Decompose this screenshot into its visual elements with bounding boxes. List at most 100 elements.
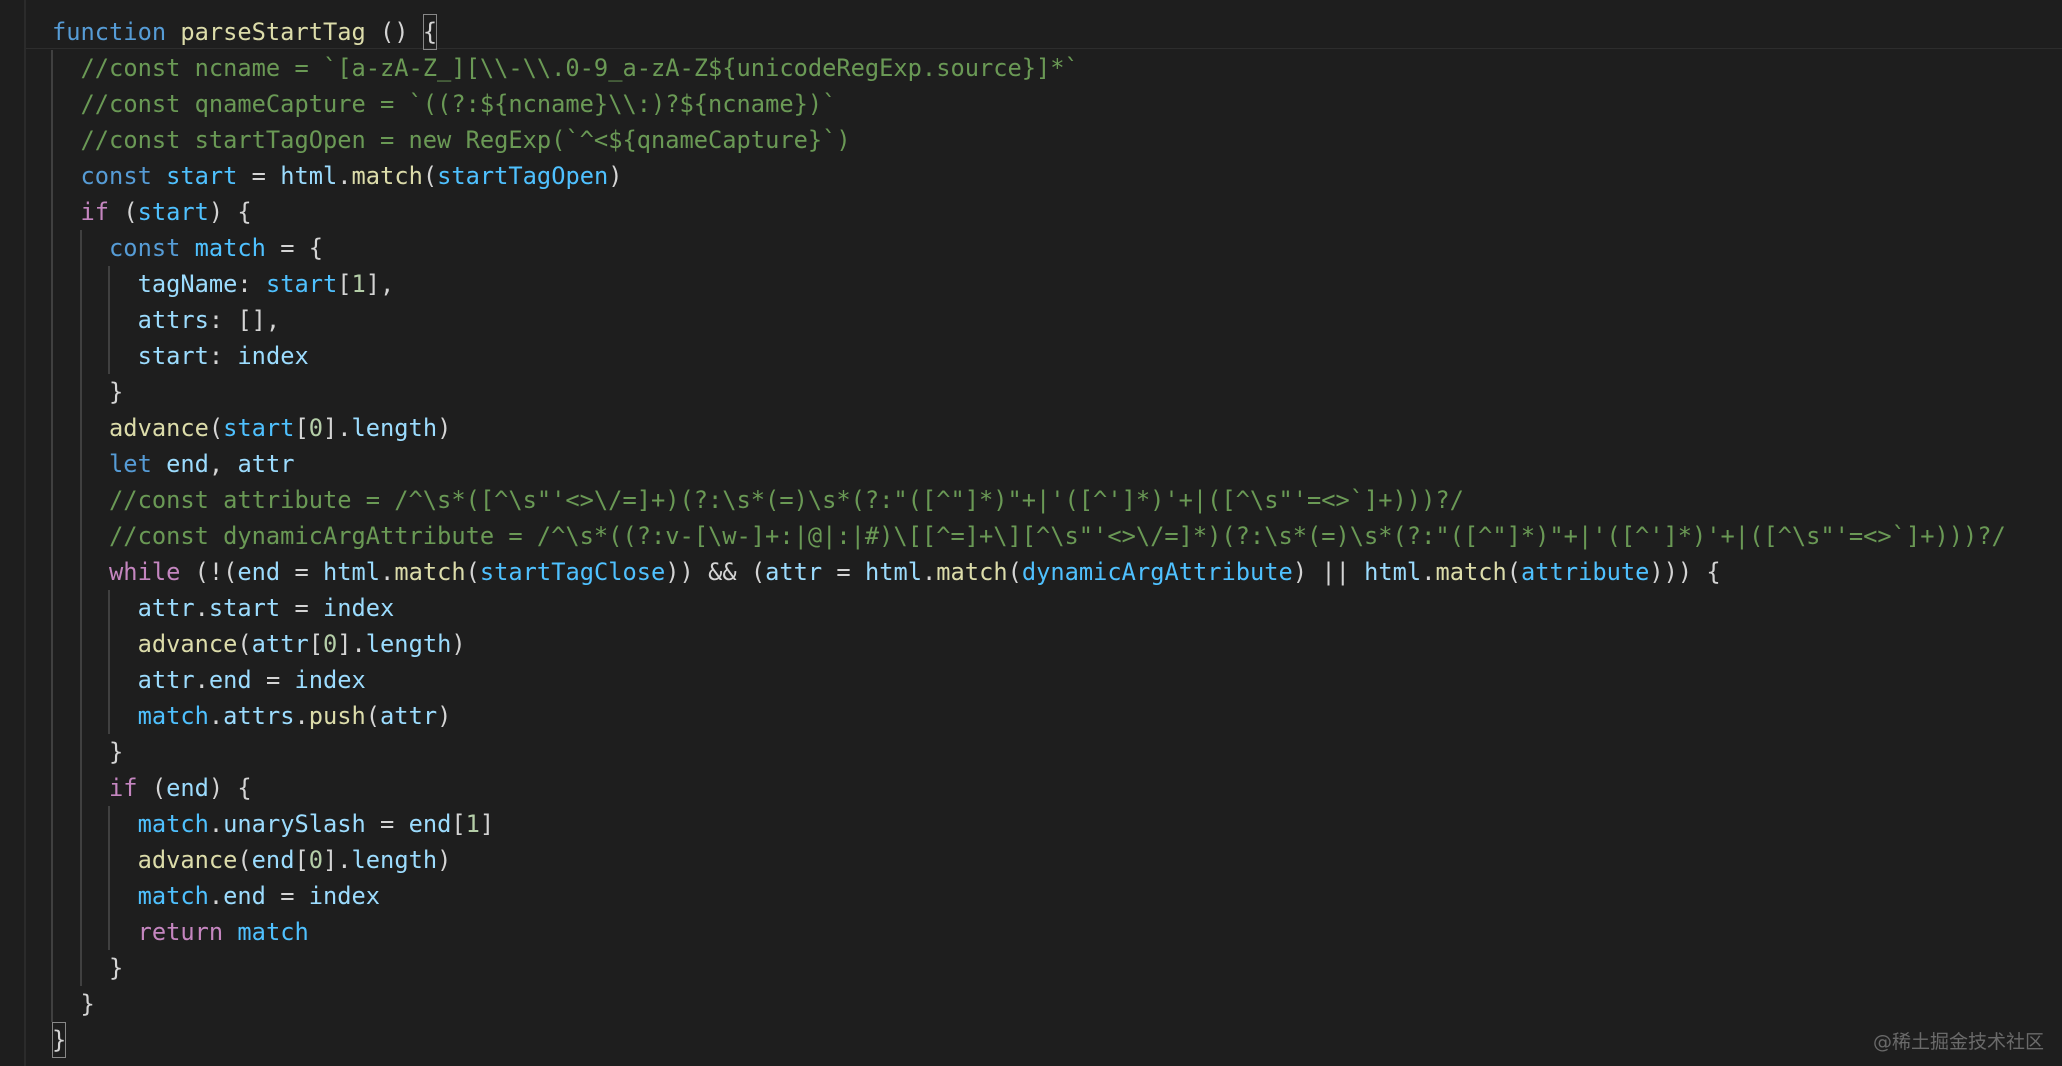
code-token: match [237, 918, 309, 946]
watermark: @稀土掘金技术社区 [1872, 1031, 2044, 1053]
code-token: ] [479, 810, 495, 838]
indent-guide [51, 662, 53, 698]
indent-guide [79, 806, 82, 842]
code-line[interactable]: //const ncname = `[a-zA-Z_][\\-\\.0-9_a-… [51, 50, 2006, 86]
code-line[interactable]: //const qnameCapture = `((?:${ncname}\\:… [51, 86, 2006, 122]
indent-guide [108, 698, 111, 734]
code-line[interactable]: while (!(end = html.match(startTagClose)… [51, 554, 2006, 590]
indent-guide [79, 446, 82, 482]
code-line[interactable]: attr.start = index [51, 590, 2006, 626]
code-line[interactable]: } [51, 950, 2006, 986]
code-line[interactable]: } [51, 734, 2006, 770]
code-token: advance [109, 414, 209, 442]
indent-guide [108, 878, 111, 914]
indent-guide [51, 50, 53, 86]
code-token: end [251, 846, 295, 874]
code-token: ( [237, 630, 252, 658]
code-token: dynamicArgAttribute [1021, 558, 1293, 586]
indent-guide [51, 914, 53, 950]
code-token: ) [437, 702, 452, 730]
indent-guide [108, 590, 111, 626]
code-token: ) [608, 162, 623, 190]
code-editor[interactable]: function parseStartTag () { //const ncna… [0, 0, 2062, 1066]
code-line[interactable]: let end, attr [51, 446, 2006, 482]
code-token: html [323, 558, 381, 586]
code-line[interactable]: advance(attr[0].length) [51, 626, 2006, 662]
indent-guide [51, 266, 53, 302]
code-line[interactable]: const match = { [51, 230, 2006, 266]
code-line[interactable]: } [52, 1022, 2006, 1058]
code-token: 0 [322, 630, 338, 658]
code-line[interactable]: } [51, 374, 2006, 410]
code-token: match [936, 558, 1008, 586]
code-line[interactable]: return match [51, 914, 2006, 950]
indent-guide [79, 554, 82, 590]
code-token: start [223, 414, 295, 442]
code-token: . [208, 810, 224, 838]
code-line[interactable]: match.end = index [51, 878, 2006, 914]
indent-guide [51, 554, 53, 590]
indent-guide [51, 122, 53, 158]
code-token: attr [137, 666, 195, 694]
code-token: ( [1007, 558, 1022, 586]
code-token: . [380, 558, 395, 586]
code-token: () [365, 18, 423, 46]
code-token: = [280, 594, 323, 622]
code-token: advance [137, 846, 238, 874]
code-line[interactable]: const start = html.match(startTagOpen) [51, 158, 2006, 194]
code-token: match [137, 702, 209, 730]
code-token: ( [237, 846, 252, 874]
code-line[interactable]: if (end) { [51, 770, 2006, 806]
indent-guide [79, 338, 82, 374]
code-line[interactable]: function parseStartTag () { [52, 14, 2006, 50]
code-token: match [394, 558, 466, 586]
indent-guide [79, 698, 82, 734]
code-token: attribute [1521, 558, 1650, 586]
code-token: end [408, 810, 452, 838]
indent-guide [79, 734, 82, 770]
code-line[interactable]: advance(start[0].length) [51, 410, 2006, 446]
code-line[interactable]: start: index [51, 338, 2006, 374]
indent-guide [51, 374, 53, 410]
code-token: [ [308, 630, 323, 658]
code-token: ) [451, 630, 466, 658]
code-token: //const qnameCapture = `((?:${ncname}\\:… [80, 90, 837, 118]
code-token: ))) { [1649, 558, 1721, 586]
code-token: { [422, 14, 438, 50]
code-line[interactable]: attrs: [], [51, 302, 2006, 338]
code-token: const [80, 162, 152, 190]
code-token: attr [765, 558, 823, 586]
code-token: unarySlash [223, 810, 366, 838]
indent-guide [51, 194, 53, 230]
indent-guide [51, 230, 53, 266]
code-token: . [1421, 558, 1436, 586]
code-line[interactable]: attr.end = index [51, 662, 2006, 698]
code-token: end [237, 558, 281, 586]
code-line[interactable]: if (start) { [51, 194, 2006, 230]
indent-guide [51, 410, 53, 446]
code-line[interactable]: //const startTagOpen = new RegExp(`^<${q… [51, 122, 2006, 158]
code-token: [ [294, 414, 309, 442]
code-token: //const dynamicArgAttribute = /^\s*((?:v… [109, 522, 2006, 550]
code-token: end [223, 882, 266, 910]
code-line[interactable]: //const attribute = /^\s*([^\s"'<>\/=]+)… [51, 482, 2006, 518]
code-line[interactable]: } [51, 986, 2006, 1022]
indent-guide [108, 338, 111, 374]
code-token: index [323, 594, 395, 622]
code-line[interactable]: advance(end[0].length) [51, 842, 2006, 878]
code-line[interactable]: match.attrs.push(attr) [51, 698, 2006, 734]
code-line[interactable]: tagName: start[1], [51, 266, 2006, 302]
indent-guide [79, 482, 82, 518]
code-line[interactable]: //const dynamicArgAttribute = /^\s*((?:v… [51, 518, 2006, 554]
code-area[interactable]: function parseStartTag () { //const ncna… [51, 14, 2006, 1058]
indent-guide [51, 698, 53, 734]
code-token: attrs [223, 702, 295, 730]
code-token: . [194, 666, 209, 694]
code-line[interactable]: match.unarySlash = end[1] [51, 806, 2006, 842]
